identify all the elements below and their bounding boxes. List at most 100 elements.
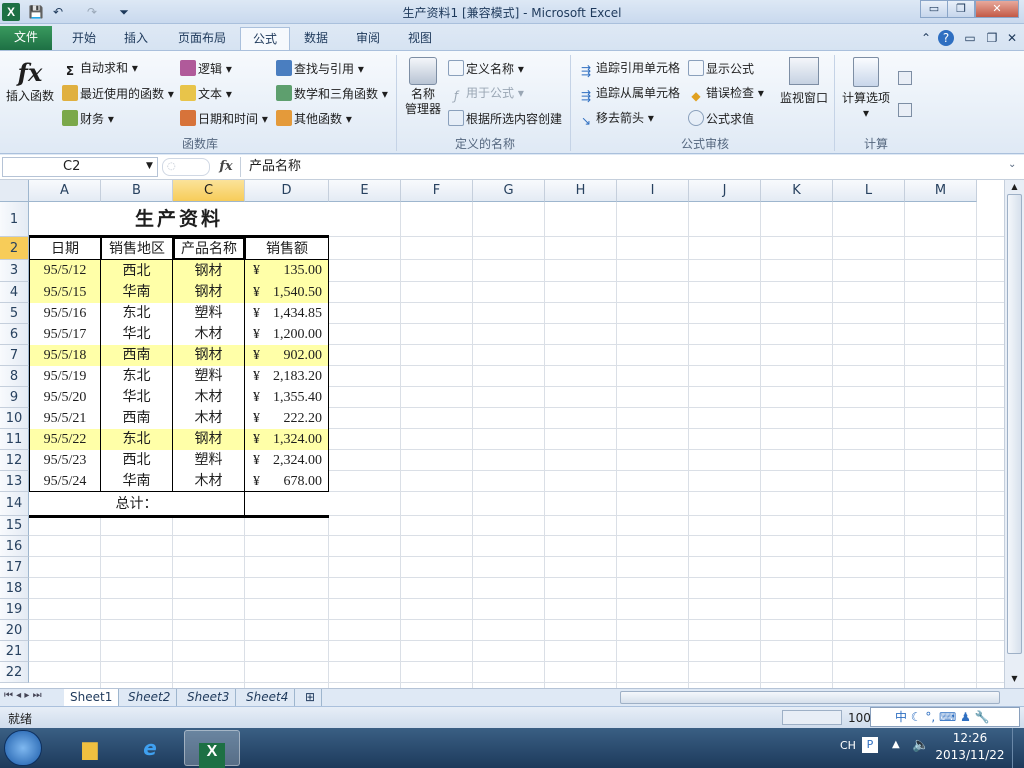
formula-input[interactable]: 产品名称: [240, 157, 1010, 177]
clock-time[interactable]: 12:26: [940, 731, 1000, 745]
cell-amount[interactable]: ¥2,183.20: [245, 366, 329, 387]
worksheet-grid[interactable]: ABCDEFGHIJKLM 1 2 3 4 5 6 7 8 9 10 11 12 13 14 15 16 17 1…: [0, 180, 1004, 688]
cell-product[interactable]: 钢材: [173, 260, 245, 282]
cell-region[interactable]: 华南: [101, 471, 173, 492]
insert-sheet-icon[interactable]: ⊞: [299, 689, 323, 706]
row-header[interactable]: 8: [0, 366, 29, 387]
cell-region[interactable]: 西北: [101, 450, 173, 471]
cell-amount[interactable]: ¥678.00: [245, 471, 329, 492]
row-header[interactable]: 21: [0, 641, 29, 662]
column-header[interactable]: A: [29, 180, 101, 202]
ie-taskbar-icon[interactable]: e: [122, 730, 178, 766]
cell-product[interactable]: 木材: [173, 324, 245, 345]
cell-region[interactable]: 华南: [101, 282, 173, 303]
total-amount-cell[interactable]: [245, 492, 329, 516]
financial-button[interactable]: 财务 ▾: [62, 110, 114, 127]
tray-arrow-icon[interactable]: ▲: [892, 739, 900, 750]
row-header[interactable]: 18: [0, 578, 29, 599]
cell-date[interactable]: 95/5/22: [29, 429, 101, 450]
define-name-button[interactable]: 定义名称 ▾: [448, 60, 524, 77]
cell-region[interactable]: 华北: [101, 387, 173, 408]
column-header[interactable]: K: [761, 180, 833, 202]
create-from-selection-button[interactable]: 根据所选内容创建: [448, 110, 562, 127]
name-manager-button[interactable]: 名称 管理器: [402, 57, 444, 117]
cell-date[interactable]: 95/5/16: [29, 303, 101, 324]
cell-product[interactable]: 木材: [173, 471, 245, 492]
cell-amount[interactable]: ¥1,324.00: [245, 429, 329, 450]
sheet-nav-arrows[interactable]: ⏮ ◂ ▸ ⏭: [4, 690, 42, 701]
column-header[interactable]: M: [905, 180, 977, 202]
cell-amount[interactable]: ¥2,324.00: [245, 450, 329, 471]
tab-formulas[interactable]: 公式: [240, 27, 291, 50]
cell-date[interactable]: 95/5/18: [29, 345, 101, 366]
help-icon[interactable]: ?: [938, 30, 954, 46]
row-header[interactable]: 6: [0, 324, 29, 345]
column-header[interactable]: F: [401, 180, 473, 202]
cell-region[interactable]: 西北: [101, 260, 173, 282]
row-header[interactable]: 16: [0, 536, 29, 557]
cell-amount[interactable]: ¥1,355.40: [245, 387, 329, 408]
tab-review[interactable]: 审阅: [344, 27, 392, 50]
column-header[interactable]: H: [545, 180, 617, 202]
sheet-tab-2[interactable]: Sheet2: [122, 689, 178, 706]
header-product[interactable]: 产品名称: [173, 237, 245, 260]
row-header[interactable]: 1: [0, 202, 29, 237]
cell-region[interactable]: 东北: [101, 429, 173, 450]
recent-functions-button[interactable]: 最近使用的函数 ▾: [62, 85, 174, 102]
row-header[interactable]: 17: [0, 557, 29, 578]
header-region[interactable]: 销售地区: [101, 237, 173, 260]
row-header[interactable]: 14: [0, 492, 29, 516]
select-all-corner[interactable]: [0, 180, 29, 202]
scroll-down-icon[interactable]: ▼: [1007, 674, 1022, 684]
cell-date[interactable]: 95/5/15: [29, 282, 101, 303]
cell-product[interactable]: 钢材: [173, 429, 245, 450]
row-header[interactable]: 10: [0, 408, 29, 429]
doc-minimize-icon[interactable]: ▭: [962, 30, 978, 46]
doc-restore-icon[interactable]: ❐: [984, 30, 1000, 46]
trace-dependents-button[interactable]: ⇶ 追踪从属单元格: [578, 85, 680, 104]
cell-region[interactable]: 东北: [101, 303, 173, 324]
row-header[interactable]: 11: [0, 429, 29, 450]
more-functions-button[interactable]: 其他函数 ▾: [276, 110, 352, 127]
scrollbar-thumb[interactable]: [1007, 194, 1022, 654]
insert-function-fx-icon[interactable]: fx: [216, 157, 236, 177]
doc-close-icon[interactable]: ✕: [1004, 30, 1020, 46]
total-label[interactable]: 总计：: [29, 492, 245, 516]
row-header[interactable]: 20: [0, 620, 29, 641]
cell-date[interactable]: 95/5/17: [29, 324, 101, 345]
text-button[interactable]: 文本 ▾: [180, 85, 232, 102]
ime-tray-icon[interactable]: P: [862, 737, 878, 753]
row-header[interactable]: 4: [0, 282, 29, 303]
cell-product[interactable]: 木材: [173, 408, 245, 429]
column-header[interactable]: J: [689, 180, 761, 202]
math-button[interactable]: 数学和三角函数 ▾: [276, 85, 388, 102]
sheet-tab-3[interactable]: Sheet3: [181, 689, 237, 706]
show-formulas-button[interactable]: 显示公式: [688, 60, 754, 77]
row-header[interactable]: 2: [0, 237, 29, 260]
scroll-up-icon[interactable]: ▲: [1007, 182, 1022, 192]
row-header[interactable]: 3: [0, 260, 29, 282]
header-amount[interactable]: 销售额: [245, 237, 329, 260]
tab-page-layout[interactable]: 页面布局: [166, 27, 238, 50]
row-header[interactable]: 13: [0, 471, 29, 492]
column-header[interactable]: B: [101, 180, 173, 202]
column-header[interactable]: E: [329, 180, 401, 202]
row-header[interactable]: 9: [0, 387, 29, 408]
column-header[interactable]: G: [473, 180, 545, 202]
explorer-taskbar-icon[interactable]: ▆: [62, 730, 118, 766]
remove-arrows-button[interactable]: ↘ 移去箭头 ▾: [578, 110, 654, 129]
row-header[interactable]: 15: [0, 516, 29, 536]
cell-date[interactable]: 95/5/23: [29, 450, 101, 471]
show-desktop-button[interactable]: [1012, 728, 1024, 768]
formula-bar-resize-handle[interactable]: ◌: [162, 158, 210, 176]
cell-amount[interactable]: ¥902.00: [245, 345, 329, 366]
autosum-button[interactable]: Σ 自动求和 ▾: [62, 60, 138, 79]
header-date[interactable]: 日期: [29, 237, 101, 260]
cell-amount[interactable]: ¥222.20: [245, 408, 329, 429]
row-header[interactable]: 12: [0, 450, 29, 471]
column-header[interactable]: L: [833, 180, 905, 202]
row-header[interactable]: 5: [0, 303, 29, 324]
expand-formula-bar-icon[interactable]: ⌄: [1008, 159, 1016, 170]
row-header[interactable]: 19: [0, 599, 29, 620]
horizontal-scrollbar[interactable]: [620, 691, 1000, 704]
